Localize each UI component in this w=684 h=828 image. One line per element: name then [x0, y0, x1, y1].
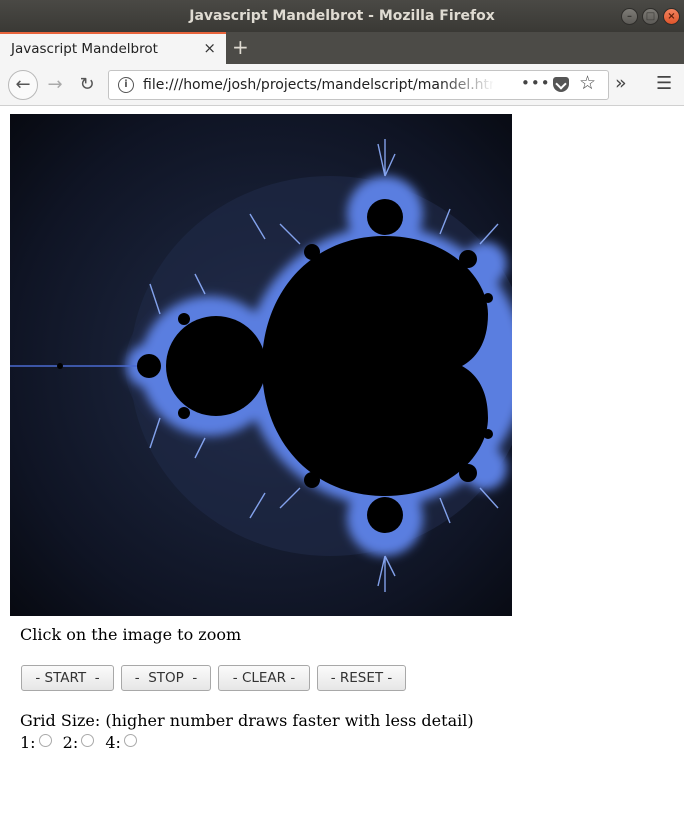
mandelbrot-canvas[interactable] — [10, 114, 530, 616]
info-icon[interactable]: i — [118, 77, 134, 93]
tab-strip: Javascript Mandelbrot × + — [0, 32, 684, 64]
stop-button[interactable]: - STOP - — [121, 665, 211, 691]
tab-mandelbrot[interactable]: Javascript Mandelbrot × — [0, 32, 226, 64]
start-button[interactable]: - START - — [21, 665, 114, 691]
grid-size-4-radio[interactable] — [123, 734, 137, 747]
url-bar[interactable]: i ••• ☆ — [108, 70, 609, 100]
grid-option-1-label: 1: — [20, 733, 36, 752]
page-actions-icon[interactable]: ••• — [521, 74, 551, 92]
firefox-window: Javascript Mandelbrot - Mozilla Firefox … — [0, 0, 684, 828]
overflow-menu-icon[interactable]: » — [615, 72, 627, 94]
reset-button[interactable]: - RESET - — [317, 665, 406, 691]
minimize-button[interactable]: – — [621, 8, 638, 25]
back-button[interactable]: ← — [8, 70, 38, 100]
grid-size-1-radio[interactable] — [38, 734, 52, 747]
tab-close-icon[interactable]: × — [203, 39, 216, 57]
close-window-button[interactable]: × — [663, 8, 680, 25]
maximize-button[interactable]: □ — [642, 8, 659, 25]
page-content: Click on the image to zoom - START - - S… — [0, 106, 684, 828]
new-tab-icon[interactable]: + — [232, 35, 249, 59]
window-title: Javascript Mandelbrot - Mozilla Firefox — [189, 8, 495, 24]
grid-size-options: 1: 2: 4: — [20, 733, 143, 752]
bookmark-star-icon[interactable]: ☆ — [579, 72, 596, 94]
reload-button[interactable]: ↻ — [74, 72, 100, 98]
mandelbrot-image — [10, 114, 530, 616]
navigation-bar: ← → ↻ i ••• ☆ » ☰ — [0, 64, 684, 106]
title-bar: Javascript Mandelbrot - Mozilla Firefox … — [0, 0, 684, 32]
zoom-instruction: Click on the image to zoom — [20, 625, 242, 644]
pocket-icon[interactable] — [553, 77, 569, 92]
tab-label: Javascript Mandelbrot — [11, 41, 158, 57]
hamburger-menu-icon[interactable]: ☰ — [656, 73, 672, 94]
grid-option-2-label: 2: — [62, 733, 79, 752]
clear-button[interactable]: - CLEAR - — [218, 665, 310, 691]
grid-size-label: Grid Size: (higher number draws faster w… — [20, 711, 474, 730]
forward-button[interactable]: → — [42, 72, 68, 98]
grid-option-4-label: 4: — [105, 733, 121, 752]
grid-size-2-radio[interactable] — [81, 734, 95, 747]
